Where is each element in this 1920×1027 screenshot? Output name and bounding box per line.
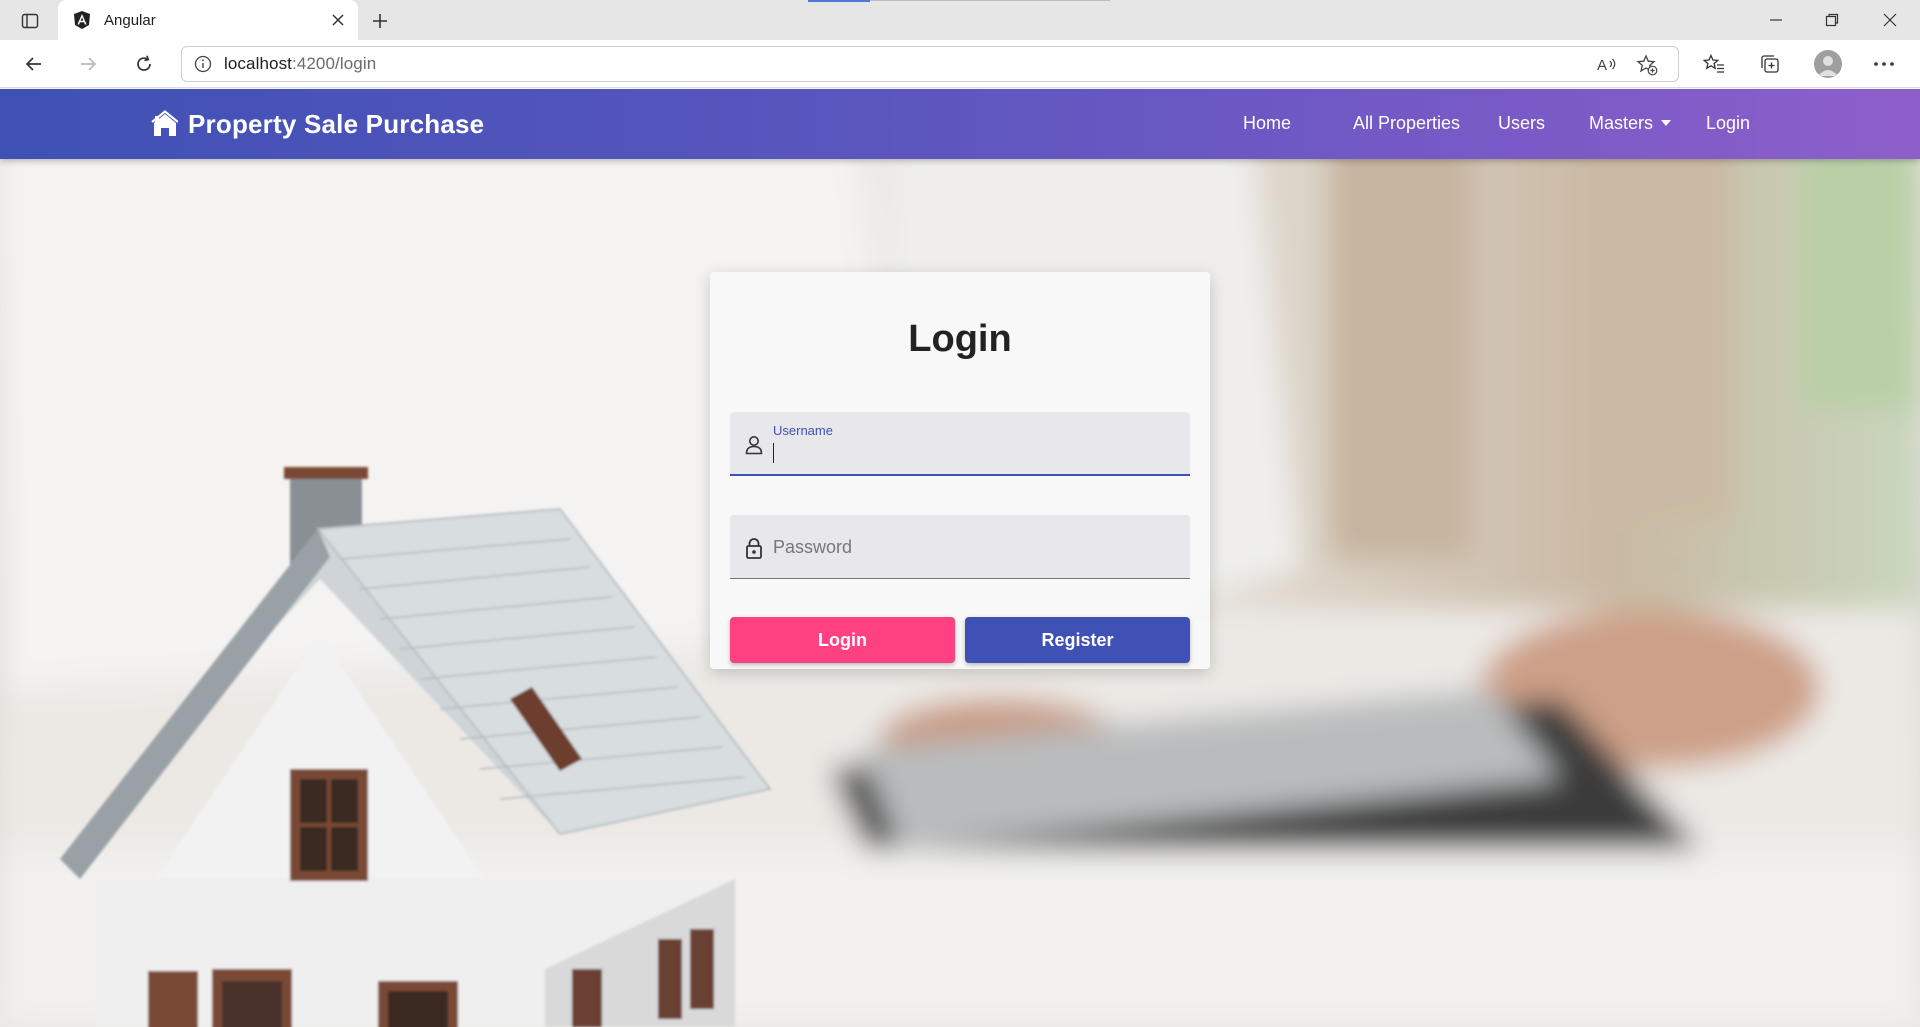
page-viewport: Property Sale Purchase Home All Properti… <box>0 89 1920 1027</box>
nav-dropdown-masters[interactable]: Masters <box>1589 113 1671 134</box>
username-label: Username <box>773 423 833 438</box>
new-tab-icon[interactable] <box>366 7 394 35</box>
browser-tab-active[interactable]: Angular <box>58 0 358 40</box>
lock-icon <box>746 538 762 559</box>
tab-actions-icon[interactable] <box>16 8 44 34</box>
browser-tab-bar: Angular <box>0 0 1920 40</box>
minimize-icon[interactable] <box>1748 0 1804 40</box>
nav-link-users[interactable]: Users <box>1498 113 1545 134</box>
url-text: localhost:4200/login <box>224 54 376 74</box>
chevron-down-icon <box>1661 120 1671 126</box>
register-button[interactable]: Register <box>965 617 1190 663</box>
forward-arrow-icon[interactable] <box>72 49 104 79</box>
more-options-icon[interactable] <box>1868 49 1900 79</box>
tab-close-icon[interactable] <box>324 6 352 34</box>
tab-title: Angular <box>104 11 156 29</box>
profile-avatar-icon[interactable] <box>1814 50 1842 78</box>
svg-text:A: A <box>1597 57 1607 74</box>
brand[interactable]: Property Sale Purchase <box>150 89 484 159</box>
address-bar[interactable]: localhost:4200/login A <box>181 46 1679 82</box>
nav-link-masters-label: Masters <box>1588 113 1653 133</box>
nav-link-login[interactable]: Login <box>1706 113 1750 134</box>
text-cursor <box>773 443 774 463</box>
login-card: Login Username Password Login Register <box>710 272 1210 669</box>
password-placeholder: Password <box>773 537 853 557</box>
url-host: localhost <box>224 54 292 73</box>
person-icon <box>745 436 763 455</box>
top-navbar: Property Sale Purchase Home All Properti… <box>0 89 1920 159</box>
collections-icon[interactable] <box>1754 49 1786 79</box>
password-field[interactable]: Password <box>730 515 1190 579</box>
restore-icon[interactable] <box>1804 0 1860 40</box>
nav-link-home[interactable]: Home <box>1243 113 1291 134</box>
browser-toolbar: localhost:4200/login A <box>0 40 1920 88</box>
site-info-icon[interactable] <box>182 55 224 73</box>
nav-link-all-properties[interactable]: All Properties <box>1353 113 1460 134</box>
favorites-icon[interactable] <box>1698 49 1730 79</box>
read-aloud-icon[interactable]: A <box>1592 54 1622 76</box>
refresh-icon[interactable] <box>128 49 160 79</box>
add-favorite-icon[interactable] <box>1632 54 1662 76</box>
close-window-icon[interactable] <box>1862 0 1918 40</box>
brand-title: Property Sale Purchase <box>188 108 485 139</box>
login-button[interactable]: Login <box>730 617 955 663</box>
house-icon <box>151 110 178 136</box>
tab-strip-indicator <box>808 0 870 2</box>
url-path: :4200/login <box>292 54 377 73</box>
username-field[interactable]: Username <box>730 412 1190 476</box>
tab-strip-divider <box>870 0 1110 1</box>
back-arrow-icon[interactable] <box>18 49 50 79</box>
angular-logo-icon <box>72 10 92 30</box>
login-title: Login <box>908 318 1012 360</box>
